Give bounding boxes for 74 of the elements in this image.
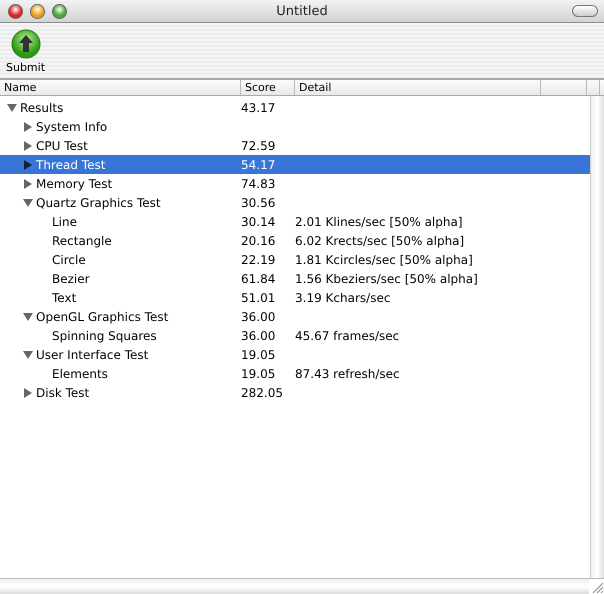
tree-row[interactable]: CPU Test 72.59 — [0, 136, 590, 155]
score-cell: 61.84 — [241, 272, 276, 286]
score-cell: 19.05 — [241, 348, 276, 362]
score-cell: 19.05 — [241, 366, 276, 380]
tree-row[interactable]: Thread Test 54.17 — [0, 155, 590, 174]
expanded-triangle-icon[interactable] — [22, 196, 34, 208]
name-cell: User Interface Test — [36, 348, 148, 362]
name-cell: OpenGL Graphics Test — [36, 310, 168, 324]
collapsed-triangle-icon[interactable] — [22, 178, 34, 190]
detail-cell: 1.81 Kcircles/sec [50% alpha] — [295, 252, 473, 266]
name-cell: Results — [20, 100, 64, 114]
tree-row[interactable]: Spinning Squares 36.00 45.67 frames/sec — [0, 326, 590, 345]
score-cell: 36.00 — [241, 328, 276, 342]
detail-cell: 45.67 frames/sec — [295, 328, 400, 342]
score-cell: 51.01 — [241, 290, 276, 304]
expanded-triangle-icon[interactable] — [6, 102, 18, 114]
name-cell: Thread Test — [36, 158, 106, 172]
tree-row[interactable]: Line 30.14 2.01 Klines/sec [50% alpha] — [0, 212, 590, 231]
detail-cell: 3.19 Kchars/sec — [295, 290, 390, 304]
name-cell: Bezier — [52, 272, 90, 286]
expanded-triangle-icon[interactable] — [22, 310, 34, 322]
detail-cell: 1.56 Kbeziers/sec [50% alpha] — [295, 272, 478, 286]
zoom-button[interactable] — [52, 4, 67, 18]
score-cell: 30.56 — [241, 196, 276, 210]
tree-row[interactable]: Bezier 61.84 1.56 Kbeziers/sec [50% alpha] — [0, 269, 590, 288]
toolbar-toggle-button[interactable] — [572, 5, 598, 17]
collapsed-triangle-icon[interactable] — [22, 140, 34, 152]
score-cell: 30.14 — [241, 214, 276, 228]
collapsed-triangle-icon[interactable] — [22, 158, 34, 170]
name-cell: Line — [52, 214, 78, 228]
name-cell: CPU Test — [36, 138, 88, 152]
name-cell: Spinning Squares — [52, 328, 157, 342]
name-cell: Disk Test — [36, 386, 90, 400]
score-cell: 282.05 — [241, 386, 283, 400]
tree-row[interactable]: Quartz Graphics Test 30.56 — [0, 193, 590, 212]
name-cell: Quartz Graphics Test — [36, 196, 161, 210]
expanded-triangle-icon[interactable] — [22, 348, 34, 360]
name-cell: Circle — [52, 252, 86, 266]
detail-cell: 87.43 refresh/sec — [295, 366, 400, 380]
submit-button[interactable]: Submit — [4, 23, 48, 78]
tree-row[interactable]: Results 43.17 — [0, 98, 590, 117]
vertical-scrollbar[interactable] — [590, 96, 604, 578]
score-cell: 20.16 — [241, 234, 276, 248]
detail-cell: 2.01 Klines/sec [50% alpha] — [295, 214, 463, 228]
column-header[interactable]: Name — [0, 80, 241, 95]
tree-row[interactable]: Text 51.01 3.19 Kchars/sec — [0, 288, 590, 307]
collapsed-triangle-icon[interactable] — [22, 386, 34, 398]
tree-row[interactable]: OpenGL Graphics Test 36.00 — [0, 307, 590, 326]
score-cell: 43.17 — [241, 100, 276, 114]
name-cell: Memory Test — [36, 176, 112, 190]
name-cell: Text — [52, 290, 76, 304]
tree-row[interactable]: User Interface Test 19.05 — [0, 345, 590, 364]
column-header[interactable]: Detail — [295, 80, 541, 95]
score-cell: 22.19 — [241, 252, 276, 266]
name-cell: Rectangle — [52, 234, 112, 248]
tree-row[interactable]: Elements 19.05 87.43 refresh/sec — [0, 364, 590, 383]
window-title: Untitled — [276, 4, 328, 18]
horizontal-scrollbar[interactable] — [0, 579, 589, 594]
tree-row[interactable]: System Info — [0, 117, 590, 136]
tree-row[interactable]: Memory Test 74.83 — [0, 174, 590, 193]
close-button[interactable] — [8, 4, 23, 18]
collapsed-triangle-icon[interactable] — [22, 120, 34, 132]
tree-row[interactable]: Disk Test 282.05 — [0, 383, 590, 402]
score-cell: 72.59 — [241, 138, 276, 152]
score-cell: 74.83 — [241, 176, 276, 190]
score-cell: 54.17 — [241, 158, 276, 172]
column-header[interactable]: Score — [241, 80, 295, 95]
tree-row[interactable]: Circle 22.19 1.81 Kcircles/sec [50% alpha] — [0, 250, 590, 269]
name-cell: Elements — [52, 366, 108, 380]
tree-row[interactable]: Rectangle 20.16 6.02 Krects/sec [50% alpha] — [0, 231, 590, 250]
name-cell: System Info — [36, 120, 108, 134]
score-cell: 36.00 — [241, 310, 276, 324]
detail-cell: 6.02 Krects/sec [50% alpha] — [295, 234, 464, 248]
minimize-button[interactable] — [30, 4, 45, 18]
